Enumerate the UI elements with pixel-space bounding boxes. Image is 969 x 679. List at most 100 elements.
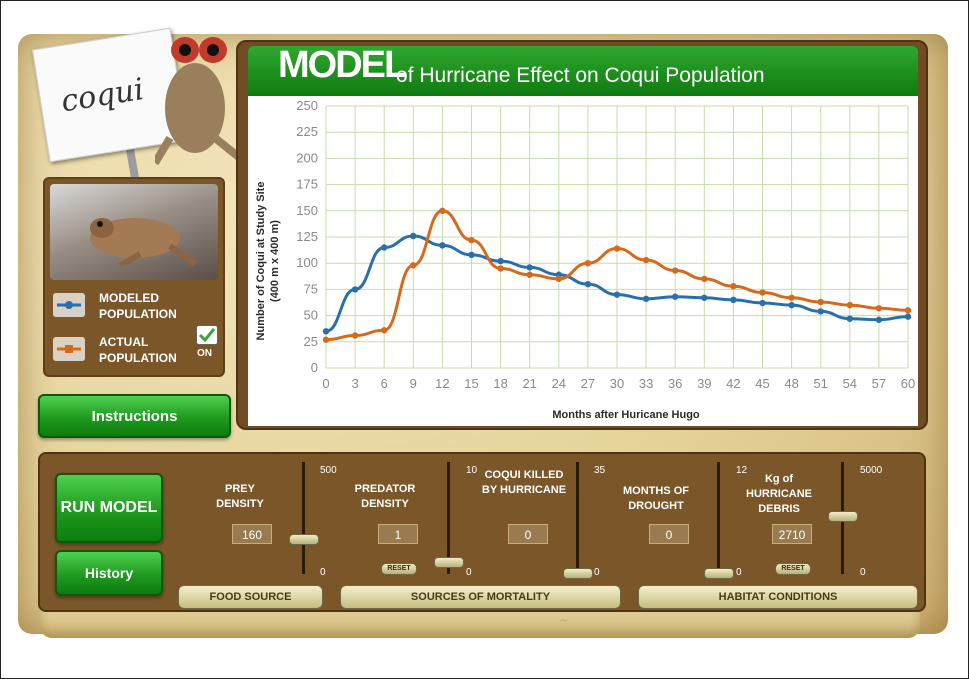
modeled-point (730, 296, 737, 304)
y-axis-label-sub: (400 m x 400 m) (269, 220, 281, 302)
prey-density-label: PREY DENSITY (216, 483, 264, 510)
predator-slider-thumb[interactable] (434, 557, 464, 569)
actual-point (672, 267, 679, 274)
drought-slider-thumb[interactable] (704, 568, 734, 579)
sources-of-mortality-tab[interactable]: SOURCES OF MORTALITY (340, 585, 621, 609)
actual-point (555, 275, 562, 283)
x-tick-label: 33 (639, 376, 653, 391)
hurricane-debris-label: Kg of HURRICANE DEBRIS (746, 473, 812, 515)
modeled-point (381, 244, 388, 251)
y-tick-label: 225 (296, 124, 318, 139)
actual-point (904, 307, 912, 314)
modeled-point (468, 251, 475, 259)
prey-slider-track[interactable] (302, 462, 305, 574)
modeled-point (351, 286, 359, 293)
x-tick-label: 45 (755, 376, 769, 391)
legend-modeled-label: MODELED POPULATION (99, 291, 177, 321)
actual-point (381, 327, 388, 334)
chart-title-rest: of Hurricane Effect on Coqui Population (396, 64, 765, 87)
legend-panel: MODELED POPULATION ACTUAL POPULATION ON (43, 177, 225, 377)
y-tick-label: 0 (311, 360, 318, 375)
actual-population-checkbox-icon[interactable] (196, 325, 218, 345)
history-button[interactable]: History (55, 550, 163, 596)
actual-point (613, 245, 621, 252)
y-tick-label: 250 (296, 98, 318, 113)
predator-density-label: PREDATOR DENSITY (354, 483, 416, 510)
prey-min: 0 (320, 567, 326, 578)
x-tick-label: 48 (784, 376, 798, 391)
debris-min: 0 (860, 567, 866, 578)
modeled-point (846, 315, 853, 322)
actual-point (730, 283, 737, 290)
modeled-point (875, 316, 883, 323)
y-tick-label: 75 (304, 281, 318, 296)
x-tick-label: 51 (813, 376, 827, 391)
x-tick-label: 3 (351, 376, 358, 391)
coqui-photo-frog-icon (90, 218, 197, 266)
debris-reset-button[interactable]: RESET (775, 563, 811, 575)
predator-reset-button[interactable]: RESET (381, 563, 417, 575)
modeled-point (642, 295, 650, 303)
actual-point (788, 294, 795, 301)
drought-min: 0 (736, 567, 742, 578)
predator-min: 0 (466, 567, 472, 578)
months-drought-label: MONTHS OF DROUGHT (623, 485, 689, 512)
debris-slider-thumb[interactable] (828, 510, 858, 522)
killed-slider-thumb[interactable] (563, 568, 593, 579)
actual-point (351, 332, 359, 339)
x-tick-label: 9 (410, 376, 417, 391)
x-tick-label: 21 (522, 376, 536, 391)
x-tick-label: 36 (668, 376, 682, 391)
modeled-point (497, 257, 504, 265)
habitat-conditions-tab[interactable]: HABITAT CONDITIONS (638, 585, 918, 609)
y-tick-label: 125 (296, 229, 318, 244)
prey-slider-thumb[interactable] (289, 534, 319, 546)
food-source-tab[interactable]: FOOD SOURCE (178, 585, 323, 609)
actual-point (642, 256, 650, 264)
drought-slider-track[interactable] (717, 462, 720, 574)
sign-text: coqui (58, 71, 147, 120)
instructions-button[interactable]: Instructions (38, 394, 231, 438)
chart-title-model: MODEL (278, 44, 407, 86)
killed-slider-track[interactable] (576, 462, 579, 574)
modeled-point (904, 313, 912, 320)
watermark-text: ~ (560, 614, 572, 629)
x-tick-label: 6 (381, 376, 388, 391)
actual-legend-swatch-icon (53, 337, 85, 361)
y-axis-label: Number of Coqui at Study Site (255, 182, 267, 341)
actual-point (497, 265, 504, 272)
modeled-point (322, 328, 330, 335)
actual-point (759, 289, 766, 296)
run-model-button[interactable]: RUN MODEL (55, 473, 163, 543)
x-tick-label: 57 (872, 376, 886, 391)
modeled-legend-swatch-icon (53, 293, 85, 317)
modeled-point (701, 294, 708, 301)
population-chart: 0255075100125150175200225250 0 3 6 9 12 15 18 2… (248, 96, 918, 426)
legend-actual-row: ACTUAL POPULATION ON (51, 325, 221, 367)
actual-point (410, 262, 417, 269)
actual-point (584, 260, 592, 267)
x-tick-label: 54 (843, 376, 857, 391)
prey-max: 500 (320, 465, 337, 476)
y-tick-label: 150 (296, 203, 318, 218)
modeled-point (410, 232, 417, 240)
legend-actual-label: ACTUAL POPULATION (99, 335, 177, 365)
modeled-point (817, 308, 824, 315)
modeled-point (526, 264, 533, 271)
killed-min: 0 (594, 567, 600, 578)
months-drought-value: 0 (649, 524, 689, 544)
actual-point (322, 336, 330, 343)
legend-modeled-row: MODELED POPULATION (51, 287, 221, 323)
predator-density-value: 1 (378, 524, 418, 544)
frog-mascot-icon (155, 37, 243, 166)
x-tick-label: 24 (552, 376, 566, 391)
actual-point (817, 298, 824, 306)
actual-point (439, 207, 446, 214)
x-tick-label: 30 (610, 376, 624, 391)
y-tick-label: 50 (304, 308, 318, 323)
predator-max: 10 (466, 465, 478, 476)
coqui-photo (50, 184, 218, 280)
y-tick-label: 175 (296, 177, 318, 192)
modeled-point (759, 299, 766, 307)
debris-max: 5000 (860, 465, 883, 476)
